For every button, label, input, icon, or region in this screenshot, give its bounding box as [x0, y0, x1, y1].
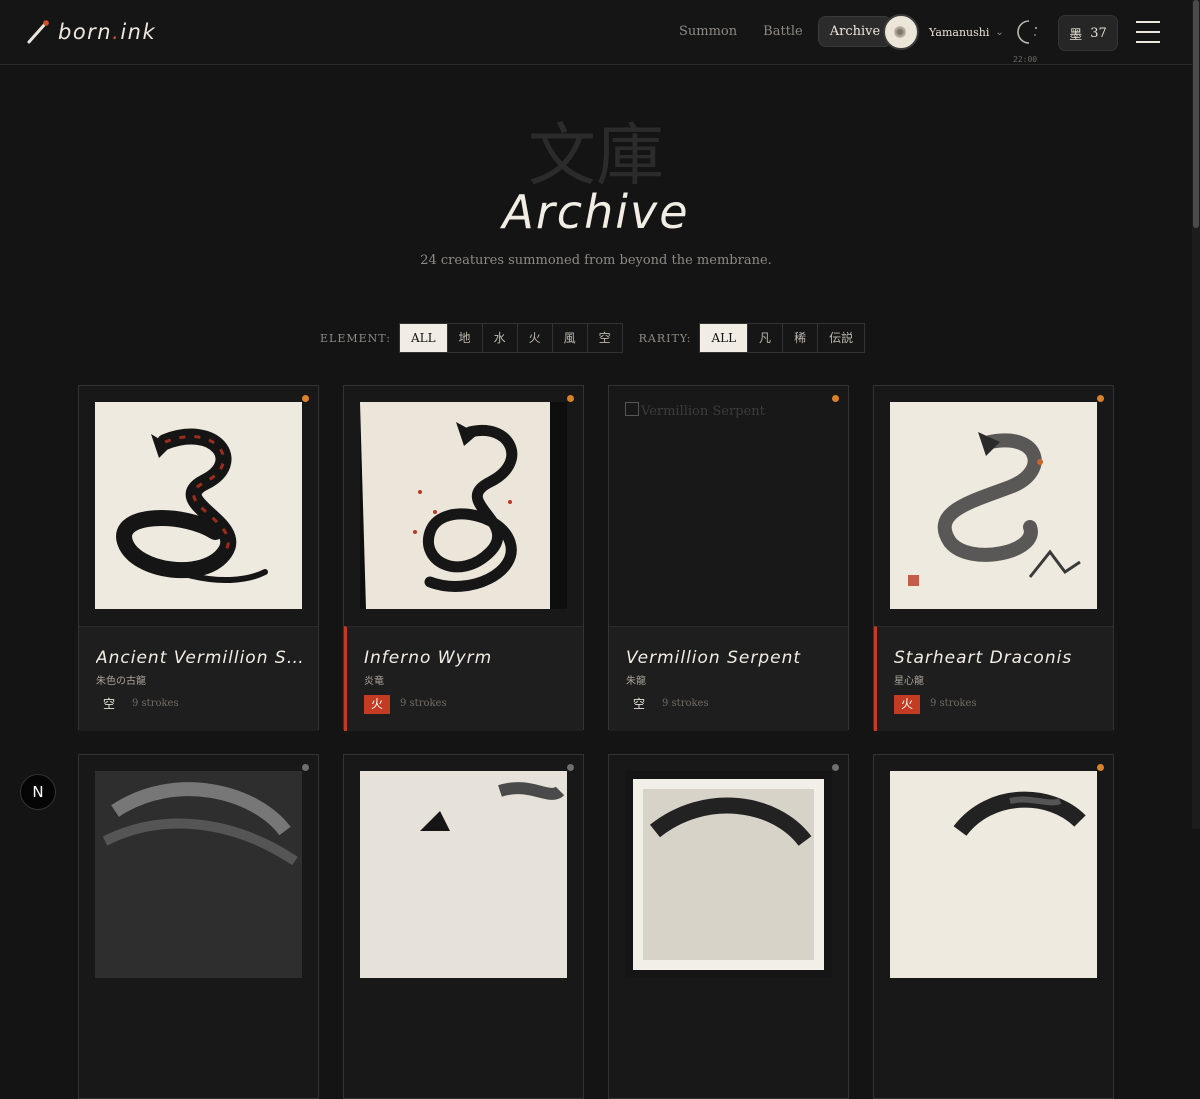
creature-card[interactable]: Vermillion Serpent Vermillion Serpent 朱龍… — [608, 385, 849, 731]
page-title: Archive — [502, 185, 690, 239]
moon-icon[interactable] — [1014, 18, 1040, 46]
stroke-count: 9 strokes — [930, 698, 977, 709]
element-badge: 火 — [894, 695, 920, 714]
logo[interactable]: born.ink — [26, 17, 156, 47]
stroke-count: 9 strokes — [662, 698, 709, 709]
brush-icon — [27, 20, 49, 44]
creature-card[interactable] — [343, 754, 584, 1099]
creature-name: Starheart Draconis — [894, 648, 1073, 668]
creature-card[interactable]: Starheart Draconis 星心龍 火 9 strokes — [873, 385, 1114, 731]
rarity-dot — [302, 395, 309, 402]
creature-card[interactable] — [78, 754, 319, 1099]
creature-name: Inferno Wyrm — [364, 648, 493, 668]
creature-image — [95, 771, 302, 978]
creature-name: Vermillion Serpent — [626, 648, 802, 668]
card-info: Inferno Wyrm 炎竜 火 9 strokes — [344, 626, 583, 731]
rarity-dot — [302, 764, 309, 771]
creature-image — [625, 771, 832, 978]
nav-battle[interactable]: Battle — [752, 17, 814, 46]
card-info: Starheart Draconis 星心龍 火 9 strokes — [874, 626, 1113, 731]
rarity-filter-legendary[interactable]: 伝説 — [818, 324, 865, 352]
element-badge: 火 — [364, 695, 390, 714]
element-filter: ALL 地 水 火 風 空 — [398, 323, 623, 353]
user-menu[interactable]: Yamanushi ⌄ — [883, 14, 1004, 50]
stroke-count: 9 strokes — [400, 698, 447, 709]
nav-summon[interactable]: Summon — [668, 17, 748, 46]
broken-image: Vermillion Serpent — [625, 402, 765, 419]
clock-time: 22:00 — [1013, 55, 1038, 64]
creature-image — [890, 771, 1097, 978]
filter-bar: ELEMENT: ALL 地 水 火 風 空 RARITY: ALL 凡 稀 伝… — [320, 323, 866, 353]
ink-kanji: 墨 — [1069, 27, 1083, 43]
ink-value: 37 — [1090, 25, 1107, 41]
creature-card[interactable] — [608, 754, 849, 1099]
element-filter-void[interactable]: 空 — [587, 324, 622, 352]
rarity-dot — [832, 395, 839, 402]
rarity-filter-all[interactable]: ALL — [700, 324, 749, 352]
creature-card[interactable]: Inferno Wyrm 炎竜 火 9 strokes — [343, 385, 584, 731]
chevron-down-icon: ⌄ — [995, 26, 1004, 38]
dev-tools-badge[interactable]: N — [20, 774, 56, 810]
element-filter-wind[interactable]: 風 — [552, 324, 588, 352]
element-filter-water[interactable]: 水 — [482, 324, 518, 352]
broken-image-alt: Vermillion Serpent — [641, 404, 765, 419]
rarity-dot — [1097, 764, 1104, 771]
creature-image — [360, 771, 567, 978]
creature-image — [890, 402, 1097, 609]
main-nav: Summon Battle Archive — [668, 16, 896, 47]
creature-kanji: 朱龍 — [626, 676, 646, 687]
element-badge: 空 — [632, 697, 645, 711]
hamburger-menu-icon[interactable] — [1136, 21, 1160, 43]
user-name: Yamanushi — [929, 25, 990, 39]
rarity-filter: ALL 凡 稀 伝説 — [699, 323, 866, 353]
element-filter-label: ELEMENT: — [320, 331, 391, 345]
stroke-count: 9 strokes — [132, 698, 179, 709]
creature-card[interactable] — [873, 754, 1114, 1099]
nav-archive[interactable]: Archive — [817, 16, 893, 47]
element-filter-fire[interactable]: 火 — [517, 324, 553, 352]
scroll-thumb[interactable] — [1193, 0, 1199, 228]
creature-kanji: 朱色の古龍 — [96, 676, 146, 687]
avatar — [883, 14, 919, 50]
card-info: Vermillion Serpent 朱龍 空 9 strokes — [609, 626, 848, 731]
element-badge: 空 — [102, 697, 115, 711]
rarity-dot — [1097, 395, 1104, 402]
element-filter-earth[interactable]: 地 — [447, 324, 483, 352]
creature-kanji: 炎竜 — [364, 676, 384, 687]
rarity-dot — [832, 764, 839, 771]
creature-image — [360, 402, 567, 609]
rarity-dot — [567, 395, 574, 402]
creature-kanji: 星心龍 — [894, 676, 924, 687]
broken-image-icon — [625, 402, 639, 416]
page-subtitle: 24 creatures summoned from beyond the me… — [420, 253, 772, 268]
rarity-filter-label: RARITY: — [638, 331, 692, 345]
rarity-dot — [567, 764, 574, 771]
card-info: Ancient Vermillion Serpent 朱色の古龍 空 9 str… — [79, 626, 318, 731]
creature-card[interactable]: Ancient Vermillion Serpent 朱色の古龍 空 9 str… — [78, 385, 319, 731]
rarity-filter-rare[interactable]: 稀 — [783, 324, 819, 352]
creature-name: Ancient Vermillion Serpent — [96, 648, 306, 668]
logo-text: born.ink — [58, 20, 157, 44]
rarity-filter-common[interactable]: 凡 — [748, 324, 784, 352]
creature-image — [95, 402, 302, 609]
top-bar: born.ink Summon Battle Archive Yamanushi… — [0, 0, 1200, 65]
scrollbar[interactable] — [1192, 0, 1200, 829]
ink-balance[interactable]: 墨 37 — [1058, 15, 1118, 51]
element-filter-all[interactable]: ALL — [399, 324, 448, 352]
